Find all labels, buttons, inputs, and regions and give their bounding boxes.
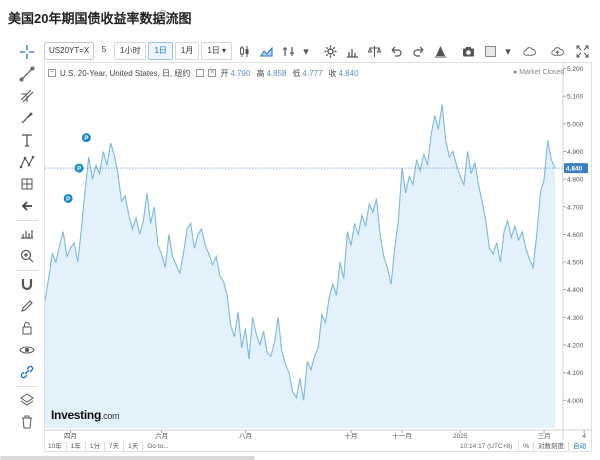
- y-tick-label: 5.200: [567, 66, 584, 73]
- y-tick-label: 4.400: [567, 287, 584, 294]
- percent-toggle[interactable]: %: [518, 442, 533, 451]
- auto-scale-toggle[interactable]: 自动: [568, 442, 590, 451]
- open-value: 4.790: [230, 68, 251, 78]
- high-value: 4.858: [266, 68, 287, 78]
- goto-button[interactable]: Go to...: [143, 442, 172, 451]
- chart-legend: − U.S. 20-Year, United States, 日, 纽约 × 开…: [48, 67, 365, 79]
- market-status-text: Market Closed: [519, 69, 565, 76]
- y-tick-label: 4.500: [567, 260, 584, 267]
- range-1min-button[interactable]: 1分: [86, 442, 105, 451]
- y-tick-label: 4.600: [567, 232, 584, 239]
- x-tick-label: 4: [582, 433, 586, 440]
- hide-series-icon[interactable]: [196, 69, 205, 77]
- y-tick-label: 4.200: [567, 343, 584, 350]
- close-series-icon[interactable]: ×: [208, 69, 217, 77]
- market-status: ● Market Closed: [513, 69, 565, 76]
- clock-readout: 10:14:17 (UTC+8): [460, 443, 513, 450]
- y-tick-label: 4.900: [567, 149, 584, 156]
- logo-text: Investing: [51, 408, 101, 422]
- y-tick-label: 4.300: [567, 315, 584, 322]
- x-tick-label: 六月: [155, 431, 168, 440]
- x-tick-label: 三月: [538, 432, 551, 440]
- close-value: 4.840: [338, 68, 359, 78]
- y-tick-label: 4.700: [567, 204, 584, 211]
- y-tick-label: 4.800: [567, 177, 584, 184]
- series-name: U.S. 20-Year, United States, 日, 纽约: [60, 68, 191, 78]
- y-tick-label: 5.000: [567, 121, 584, 128]
- y-tick-label: 4.100: [567, 370, 584, 377]
- x-tick-label: 十一月: [392, 431, 412, 440]
- high-label: 高: [256, 68, 265, 78]
- event-marker-label: P: [77, 166, 81, 172]
- event-marker-label: P: [66, 197, 70, 203]
- collapse-legend-icon[interactable]: −: [48, 69, 56, 77]
- range-10y-button[interactable]: 10年: [44, 442, 67, 451]
- range-bar: 10年 1年 1分 7天 1天 Go to... 10:14:17 (UTC+8…: [44, 441, 592, 452]
- range-1y-button[interactable]: 1年: [67, 442, 86, 451]
- y-tick-label: 5.100: [567, 94, 584, 101]
- investing-logo: Investing.com: [51, 408, 120, 422]
- event-marker-label: P: [84, 136, 88, 142]
- last-price-label: 4.840: [566, 166, 583, 173]
- low-label: 低: [292, 68, 301, 78]
- range-1d-button[interactable]: 1天: [124, 442, 144, 451]
- close-label: 收: [328, 68, 337, 78]
- chart-page: 美国20年期国债收益率数据流图 i US20YT=X 5 1小时 1日 1月 1…: [0, 0, 600, 460]
- open-label: 开: [220, 68, 229, 78]
- horizontal-scrollbar[interactable]: [0, 456, 255, 460]
- y-tick-label: 4.000: [567, 398, 584, 405]
- logo-suffix: .com: [100, 411, 120, 421]
- x-tick-label: 十月: [345, 431, 358, 440]
- x-tick-label: 四月: [64, 432, 77, 440]
- range-7d-button[interactable]: 7天: [105, 442, 125, 451]
- x-tick-label: 2025: [453, 433, 468, 440]
- low-value: 4.777: [302, 68, 323, 78]
- log-scale-toggle[interactable]: 对数刻度: [533, 442, 568, 451]
- x-tick-label: 八月: [239, 432, 252, 440]
